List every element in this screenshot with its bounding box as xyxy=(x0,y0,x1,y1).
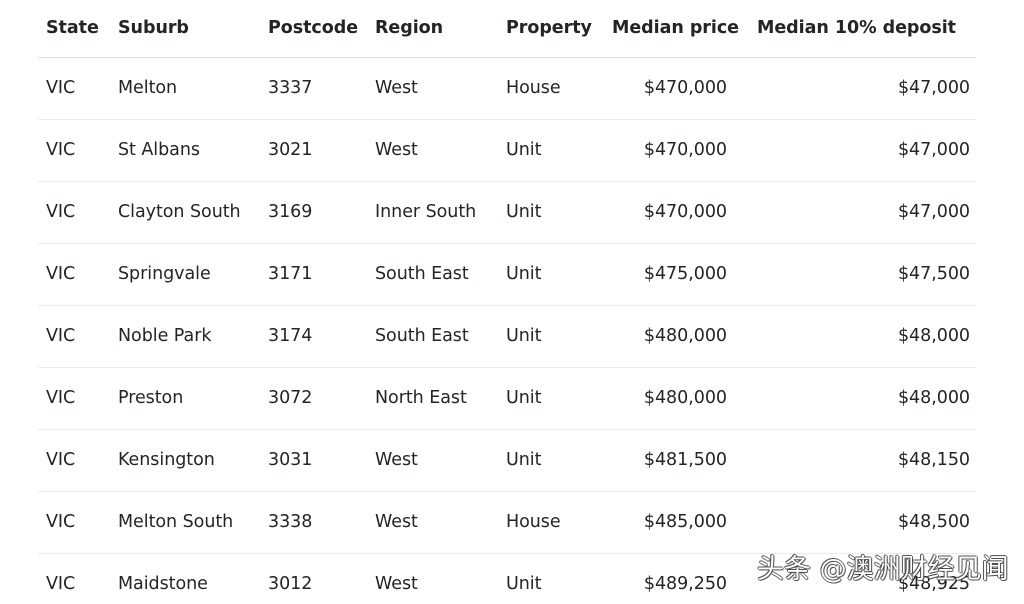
property-price-table: State Suburb Postcode Region Property Me… xyxy=(38,0,976,604)
table-row: VIC St Albans 3021 West Unit $470,000 $47,000 xyxy=(38,119,976,182)
table-header: State Suburb Postcode Region Property Me… xyxy=(38,0,976,58)
table-row: VIC Kensington 3031 West Unit $481,500 $48,150 xyxy=(38,429,976,492)
cell-suburb: Kensington xyxy=(118,429,268,492)
cell-median-deposit: $47,000 xyxy=(757,57,976,120)
cell-region: West xyxy=(375,57,506,120)
cell-suburb: Noble Park xyxy=(118,305,268,368)
cell-postcode: 3337 xyxy=(268,57,375,120)
cell-suburb: Preston xyxy=(118,367,268,430)
cell-property: Unit xyxy=(506,367,612,430)
cell-state: VIC xyxy=(38,367,118,430)
cell-suburb: St Albans xyxy=(118,119,268,182)
column-header-region[interactable]: Region xyxy=(375,0,506,58)
cell-state: VIC xyxy=(38,181,118,244)
cell-region: South East xyxy=(375,243,506,306)
bottom-clip-mask xyxy=(0,597,1024,604)
cell-median-deposit: $48,000 xyxy=(757,305,976,368)
cell-region: West xyxy=(375,429,506,492)
column-header-median-price[interactable]: Median price xyxy=(612,0,757,58)
table-row: VIC Preston 3072 North East Unit $480,000 $48,… xyxy=(38,367,976,430)
screenshot-stage: State Suburb Postcode Region Property Me… xyxy=(0,0,1024,604)
cell-property: Unit xyxy=(506,243,612,306)
table-row: VIC Melton South 3338 West House $485,000 $48,… xyxy=(38,491,976,554)
cell-median-price: $470,000 xyxy=(612,119,757,182)
cell-postcode: 3338 xyxy=(268,491,375,554)
column-header-median-deposit[interactable]: Median 10% deposit xyxy=(757,0,976,58)
cell-median-deposit: $48,000 xyxy=(757,367,976,430)
table-row: VIC Clayton South 3169 Inner South Unit $470,… xyxy=(38,181,976,244)
cell-property: Unit xyxy=(506,181,612,244)
column-header-suburb[interactable]: Suburb xyxy=(118,0,268,58)
cell-region: South East xyxy=(375,305,506,368)
table-row: VIC Noble Park 3174 South East Unit $480,000 $… xyxy=(38,305,976,368)
cell-property: Unit xyxy=(506,429,612,492)
cell-median-price: $485,000 xyxy=(612,491,757,554)
cell-state: VIC xyxy=(38,243,118,306)
cell-property: Unit xyxy=(506,119,612,182)
cell-suburb: Springvale xyxy=(118,243,268,306)
cell-state: VIC xyxy=(38,119,118,182)
cell-property: House xyxy=(506,57,612,120)
column-header-postcode[interactable]: Postcode xyxy=(268,0,375,58)
cell-median-price: $470,000 xyxy=(612,181,757,244)
cell-suburb: Melton South xyxy=(118,491,268,554)
property-price-table-container: State Suburb Postcode Region Property Me… xyxy=(38,0,976,604)
cell-region: West xyxy=(375,119,506,182)
table-row: VIC Springvale 3171 South East Unit $475,000 $… xyxy=(38,243,976,306)
cell-postcode: 3169 xyxy=(268,181,375,244)
cell-state: VIC xyxy=(38,305,118,368)
cell-median-price: $480,000 xyxy=(612,367,757,430)
cell-median-deposit: $47,500 xyxy=(757,243,976,306)
cell-median-price: $481,500 xyxy=(612,429,757,492)
cell-postcode: 3174 xyxy=(268,305,375,368)
column-header-state[interactable]: State xyxy=(38,0,118,58)
cell-state: VIC xyxy=(38,429,118,492)
cell-postcode: 3171 xyxy=(268,243,375,306)
cell-region: West xyxy=(375,491,506,554)
cell-state: VIC xyxy=(38,491,118,554)
cell-postcode: 3072 xyxy=(268,367,375,430)
cell-region: North East xyxy=(375,367,506,430)
cell-median-deposit: $47,000 xyxy=(757,181,976,244)
table-row: VIC Melton 3337 West House $470,000 $47,000 xyxy=(38,57,976,120)
cell-median-price: $470,000 xyxy=(612,57,757,120)
cell-property: Unit xyxy=(506,305,612,368)
cell-state: VIC xyxy=(38,57,118,120)
cell-postcode: 3021 xyxy=(268,119,375,182)
table-header-row: State Suburb Postcode Region Property Me… xyxy=(38,0,976,58)
cell-median-price: $480,000 xyxy=(612,305,757,368)
column-header-property[interactable]: Property xyxy=(506,0,612,58)
table-body: VIC Melton 3337 West House $470,000 $47,000 VIC… xyxy=(38,57,976,604)
cell-median-deposit: $47,000 xyxy=(757,119,976,182)
cell-postcode: 3031 xyxy=(268,429,375,492)
cell-suburb: Melton xyxy=(118,57,268,120)
cell-median-price: $475,000 xyxy=(612,243,757,306)
cell-suburb: Clayton South xyxy=(118,181,268,244)
cell-median-deposit: $48,150 xyxy=(757,429,976,492)
cell-median-deposit: $48,500 xyxy=(757,491,976,554)
cell-property: House xyxy=(506,491,612,554)
cell-region: Inner South xyxy=(375,181,506,244)
